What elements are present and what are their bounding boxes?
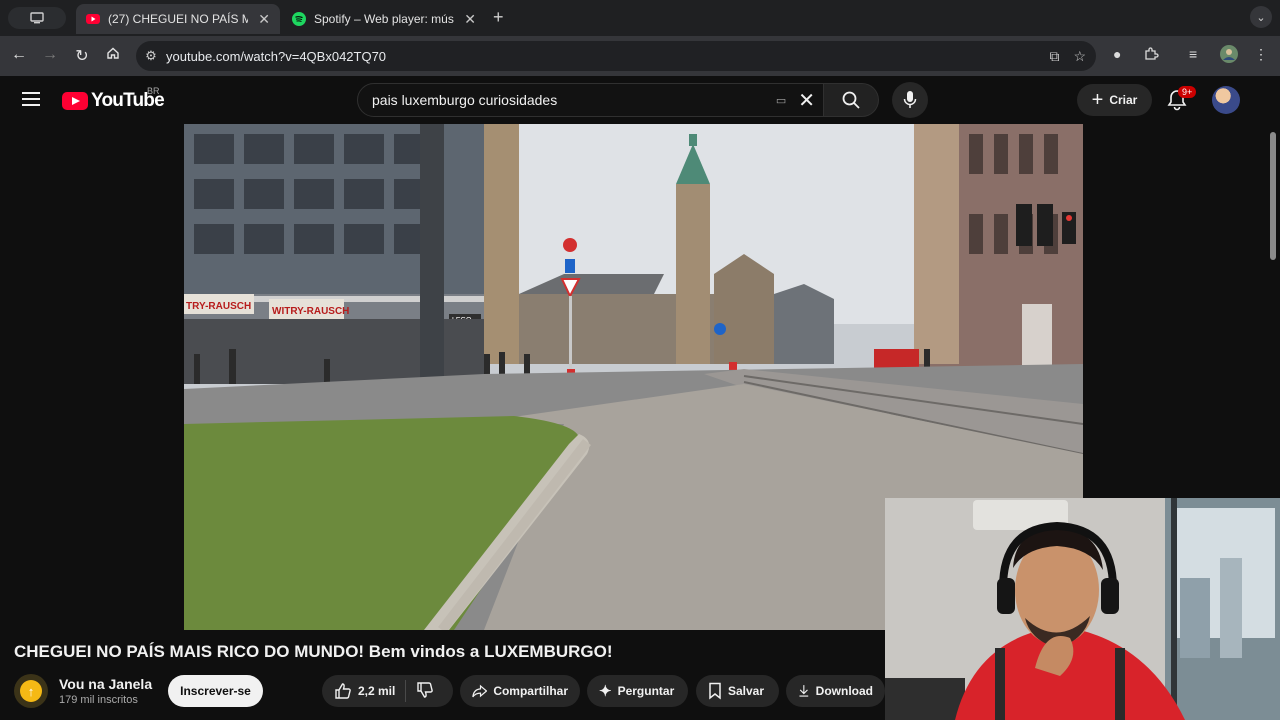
notification-badge: 9+ — [1178, 86, 1197, 98]
search-icon — [842, 91, 860, 109]
tab-close-icon[interactable]: ✕ — [464, 11, 476, 28]
channel-name[interactable]: Vou na Janela — [59, 676, 152, 692]
plus-icon: + — [1091, 88, 1104, 111]
arrow-up-icon: ↑ — [20, 680, 42, 702]
browser-tab-bar: (27) CHEGUEI NO PAÍS MAIS RICO DO MUNDO!… — [0, 0, 1280, 36]
sparkle-icon: ✦ — [599, 683, 612, 700]
bookmark-icon — [709, 682, 721, 700]
download-icon — [799, 685, 809, 697]
tab-title: Spotify – Web player: música — [314, 12, 455, 26]
dislike-button[interactable] — [416, 681, 434, 702]
reload-icon[interactable]: ↻ — [72, 46, 92, 66]
youtube-icon — [86, 12, 100, 26]
hamburger-menu-icon[interactable] — [22, 92, 40, 106]
save-label: Salvar — [728, 684, 765, 698]
webcam-feed — [885, 498, 1280, 720]
extensions-puzzle-icon[interactable] — [1143, 46, 1159, 65]
save-button[interactable]: Salvar — [696, 675, 779, 707]
new-tab-icon[interactable]: + — [493, 7, 504, 28]
search-input[interactable]: pais luxemburgo curiosidades ▭ ✕ — [357, 83, 824, 117]
download-button[interactable]: Download — [786, 675, 885, 707]
youtube-logo[interactable]: YouTube BR — [62, 86, 165, 112]
tab-list-chevron-icon[interactable]: ⌄ — [1250, 6, 1272, 28]
youtube-play-icon — [62, 92, 88, 110]
subscribe-button[interactable]: Inscrever-se — [168, 675, 263, 707]
webcam-overlay — [885, 498, 1280, 720]
media-control-icon[interactable]: ≡ — [1189, 46, 1197, 62]
tab-search-icon — [30, 12, 44, 24]
like-button[interactable]: 2,2 mil — [334, 682, 395, 700]
url-text: youtube.com/watch?v=4QBx042TQ70 — [166, 48, 387, 64]
like-count: 2,2 mil — [358, 684, 396, 698]
account-avatar[interactable] — [1212, 86, 1240, 114]
ask-label: Perguntar — [617, 684, 675, 698]
search-button[interactable] — [824, 83, 879, 117]
extension-record-icon[interactable]: ● — [1113, 46, 1121, 62]
share-arrow-icon — [472, 684, 488, 698]
bookmark-star-icon[interactable]: ☆ — [1073, 48, 1086, 65]
ask-button[interactable]: ✦ Perguntar — [587, 675, 688, 707]
tab-youtube[interactable]: (27) CHEGUEI NO PAÍS MAIS RICO DO MUNDO!… — [76, 4, 280, 34]
browser-toolbar: ← → ↻ ⚙ youtube.com/watch?v=4QBx042TQ70 … — [0, 36, 1280, 76]
site-settings-icon[interactable]: ⚙ — [136, 48, 166, 64]
clear-search-icon[interactable]: ✕ — [798, 88, 815, 113]
shop-sign-center: WITRY-RAUSCH — [272, 306, 349, 317]
forward-arrow-icon[interactable]: → — [40, 46, 60, 64]
search-query: pais luxemburgo curiosidades — [372, 92, 558, 108]
subscriber-count: 179 mil inscritos — [59, 694, 138, 706]
profile-avatar-icon[interactable] — [1220, 45, 1238, 66]
spotify-icon — [292, 12, 306, 26]
youtube-header: YouTube BR pais luxemburgo curiosidades … — [0, 76, 1280, 124]
tab-search-button[interactable] — [8, 7, 66, 29]
back-arrow-icon[interactable]: ← — [9, 46, 29, 64]
country-code: BR — [147, 86, 160, 96]
like-dislike-group: 2,2 mil — [322, 675, 453, 707]
install-app-icon[interactable]: ⧉ — [1049, 48, 1059, 65]
share-button[interactable]: Compartilhar — [460, 675, 580, 707]
microphone-icon — [903, 91, 917, 108]
tab-spotify[interactable]: Spotify – Web player: música ✕ — [282, 4, 486, 34]
home-icon[interactable] — [103, 46, 123, 65]
video-title: CHEGUEI NO PAÍS MAIS RICO DO MUNDO! Bem … — [14, 642, 613, 661]
tab-close-icon[interactable]: ✕ — [258, 11, 270, 28]
shop-sign-left: TRY-RAUSCH — [186, 301, 251, 312]
thumbs-down-icon — [417, 681, 434, 698]
divider — [405, 680, 407, 702]
page-scrollbar[interactable] — [1270, 132, 1276, 260]
keyboard-icon[interactable]: ▭ — [776, 94, 786, 107]
tab-title: (27) CHEGUEI NO PAÍS MAIS RICO DO MUNDO! — [108, 12, 249, 26]
create-button[interactable]: + Criar — [1077, 84, 1152, 116]
download-label: Download — [815, 684, 873, 698]
channel-avatar[interactable]: ↑ — [14, 674, 48, 708]
browser-menu-icon[interactable]: ⋮ — [1254, 46, 1268, 63]
share-label: Compartilhar — [493, 684, 568, 698]
address-bar[interactable]: ⚙ youtube.com/watch?v=4QBx042TQ70 ⧉ ☆ — [136, 41, 1096, 71]
create-label: Criar — [1109, 93, 1138, 107]
voice-search-button[interactable] — [892, 82, 928, 118]
thumbs-up-icon — [335, 683, 351, 699]
